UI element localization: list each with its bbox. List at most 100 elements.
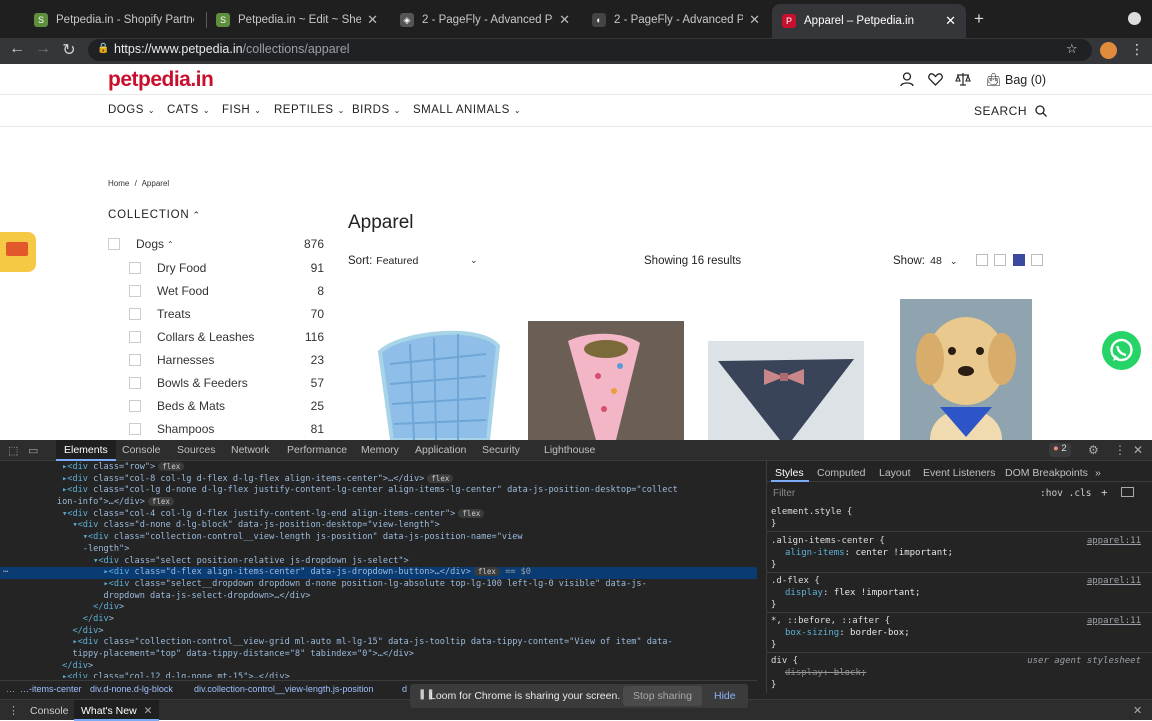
breadcrumb-more-icon[interactable]: … <box>6 684 15 694</box>
dom-node-line[interactable]: </div> <box>0 626 757 638</box>
devtools-tab-lighthouse[interactable]: Lighthouse <box>544 444 595 456</box>
css-property[interactable]: align-items <box>785 548 845 558</box>
flex-badge[interactable]: flex <box>147 497 174 507</box>
product-image[interactable] <box>708 341 864 440</box>
sort-dropdown[interactable]: Sort: Featured <box>348 255 418 267</box>
drawer-tab-whats-new[interactable]: What's New ✕ <box>74 700 160 721</box>
styles-tab-dom-breakpoints[interactable]: DOM Breakpoints <box>1005 467 1088 479</box>
filter-checkbox[interactable] <box>108 238 120 250</box>
nav-dogs[interactable]: DOGS ⌄ <box>108 104 155 116</box>
css-property[interactable]: display <box>785 668 823 678</box>
dom-node-line[interactable]: tippy-placement="top" data-tippy-distanc… <box>0 649 757 661</box>
dom-node-line[interactable]: ion-info">…</div> flex <box>0 497 757 509</box>
styles-tab-styles[interactable]: Styles <box>775 467 804 479</box>
filter-item-dogs[interactable]: Dogs ⌃ <box>108 235 174 253</box>
reload-icon[interactable]: ↻ <box>58 40 80 60</box>
filter-item[interactable]: Beds & Mats <box>129 397 225 415</box>
profile-avatar[interactable] <box>1100 42 1117 59</box>
toggle-sidebar-icon[interactable] <box>1121 487 1134 497</box>
drawer-tab-console[interactable]: Console <box>30 705 69 717</box>
grid-2-view-icon[interactable] <box>976 254 988 266</box>
dom-breadcrumb[interactable]: div.collection-control__view-length.js-p… <box>194 684 373 694</box>
side-promo-flag-icon[interactable] <box>0 232 36 272</box>
wishlist-heart-icon[interactable] <box>928 73 943 86</box>
devtools-tab-console[interactable]: Console <box>122 444 161 456</box>
browser-tab[interactable]: S Petpedia.in - Shopify Partners <box>24 6 204 34</box>
collection-filter-heading[interactable]: COLLECTION ⌃ <box>108 209 201 221</box>
dom-breadcrumb[interactable]: div.d-none.d-lg-block <box>90 684 173 694</box>
chevron-down-icon[interactable]: ⌄ <box>470 255 478 266</box>
nav-reptiles[interactable]: REPTILES ⌄ <box>274 104 345 116</box>
filter-checkbox[interactable] <box>129 308 141 320</box>
css-value[interactable]: center !important; <box>855 548 953 558</box>
browser-tab[interactable]: S Petpedia.in ~ Edit ~ Shella The ✕ <box>206 6 388 34</box>
dom-node-line[interactable]: </div> <box>0 661 757 673</box>
styles-tab-more[interactable]: » <box>1095 467 1101 479</box>
styles-filter-input[interactable]: Filter <box>773 488 795 499</box>
list-view-icon[interactable] <box>1031 254 1043 266</box>
dom-node-line[interactable]: ▸<div class="col-12 d-lg-none mt-15">…</… <box>0 672 757 678</box>
dom-node-line[interactable]: ▾<div class="collection-control__view-le… <box>0 532 757 544</box>
flex-badge[interactable]: flex <box>458 508 485 518</box>
dom-node-line[interactable]: ▸<div class="collection-control__view-gr… <box>0 637 757 649</box>
dom-node-line[interactable]: ▸<div class="select__dropdown dropdown d… <box>0 579 757 591</box>
browser-tab[interactable]: ◈ 2 - PageFly - Advanced Pag ✕ <box>390 6 580 34</box>
product-image[interactable] <box>528 321 684 440</box>
nav-cats[interactable]: CATS ⌄ <box>167 104 210 116</box>
devtools-tab-network[interactable]: Network <box>231 444 270 456</box>
dom-node-line[interactable]: ▾<div class="select position-relative js… <box>0 556 757 568</box>
css-property[interactable]: box-sizing <box>785 628 839 638</box>
device-toolbar-icon[interactable]: ▭ <box>28 444 38 457</box>
filter-item[interactable]: Collars & Leashes <box>129 328 254 346</box>
close-icon[interactable]: ✕ <box>144 705 153 717</box>
close-tab-icon[interactable]: ✕ <box>749 12 760 28</box>
rule-source-link[interactable]: apparel:11 <box>1087 575 1141 587</box>
devtools-tab-memory[interactable]: Memory <box>361 444 399 456</box>
dom-breadcrumb[interactable]: d <box>402 684 407 694</box>
stop-sharing-button[interactable]: Stop sharing <box>623 686 702 706</box>
close-drawer-icon[interactable]: ✕ <box>1133 704 1142 717</box>
browser-menu-icon[interactable]: ⋮ <box>1130 41 1144 58</box>
compare-scale-icon[interactable] <box>955 72 971 87</box>
devtools-tab-performance[interactable]: Performance <box>287 444 347 456</box>
filter-checkbox[interactable] <box>129 423 141 435</box>
filter-item[interactable]: Shampoos <box>129 420 214 438</box>
hide-button[interactable]: Hide <box>714 690 736 702</box>
dom-node-line[interactable]: ▸<div class="row"> flex <box>0 462 757 474</box>
rule-source-link[interactable]: apparel:11 <box>1087 535 1141 547</box>
dom-node-line[interactable]: </div> <box>0 614 757 626</box>
grid-3-view-icon[interactable] <box>994 254 1006 266</box>
css-value[interactable]: block; <box>834 668 867 678</box>
css-property[interactable]: display <box>785 588 823 598</box>
devtools-tab-security[interactable]: Security <box>482 444 520 456</box>
account-icon[interactable] <box>900 72 914 87</box>
css-value[interactable]: flex !important; <box>834 588 921 598</box>
close-tab-icon[interactable]: ✕ <box>945 13 956 29</box>
dom-node-line[interactable]: -length"> <box>0 544 757 556</box>
filter-item[interactable]: Treats <box>129 305 191 323</box>
inspect-element-icon[interactable]: ⬚ <box>8 444 18 457</box>
filter-item[interactable]: Bowls & Feeders <box>129 374 248 392</box>
dom-tree[interactable]: ▸<div class="row"> flex ▸<div class="col-… <box>0 462 757 678</box>
nav-fish[interactable]: FISH ⌄ <box>222 104 261 116</box>
devtools-tab-application[interactable]: Application <box>415 444 466 456</box>
css-value[interactable]: border-box; <box>850 628 910 638</box>
filter-checkbox[interactable] <box>129 285 141 297</box>
dom-node-line[interactable]: ▾<div class="d-none d-lg-block" data-js-… <box>0 520 757 532</box>
product-image[interactable] <box>900 299 1032 440</box>
filter-checkbox[interactable] <box>129 400 141 412</box>
close-tab-icon[interactable]: ✕ <box>559 12 570 28</box>
grid-4-view-icon[interactable] <box>1013 254 1025 266</box>
styles-tab-computed[interactable]: Computed <box>817 467 865 479</box>
filter-checkbox[interactable] <box>129 354 141 366</box>
breadcrumb-home[interactable]: Home <box>108 179 129 188</box>
dom-node-line[interactable]: ▸<div class="col-8 col-lg d-flex d-lg-fl… <box>0 473 757 486</box>
flex-badge[interactable]: flex <box>427 473 454 483</box>
back-icon[interactable]: ← <box>6 40 28 58</box>
product-image[interactable] <box>370 324 510 440</box>
show-per-page-dropdown[interactable]: Show: 48 ⌄ <box>893 255 957 267</box>
search-button[interactable]: SEARCH <box>974 104 1047 118</box>
browser-tab[interactable]: ◐ 2 - PageFly - Advanced Pag ✕ <box>582 6 770 34</box>
filter-checkbox[interactable] <box>129 377 141 389</box>
dom-node-line[interactable]: dropdown data-js-select-dropdown>…</div> <box>0 591 757 603</box>
